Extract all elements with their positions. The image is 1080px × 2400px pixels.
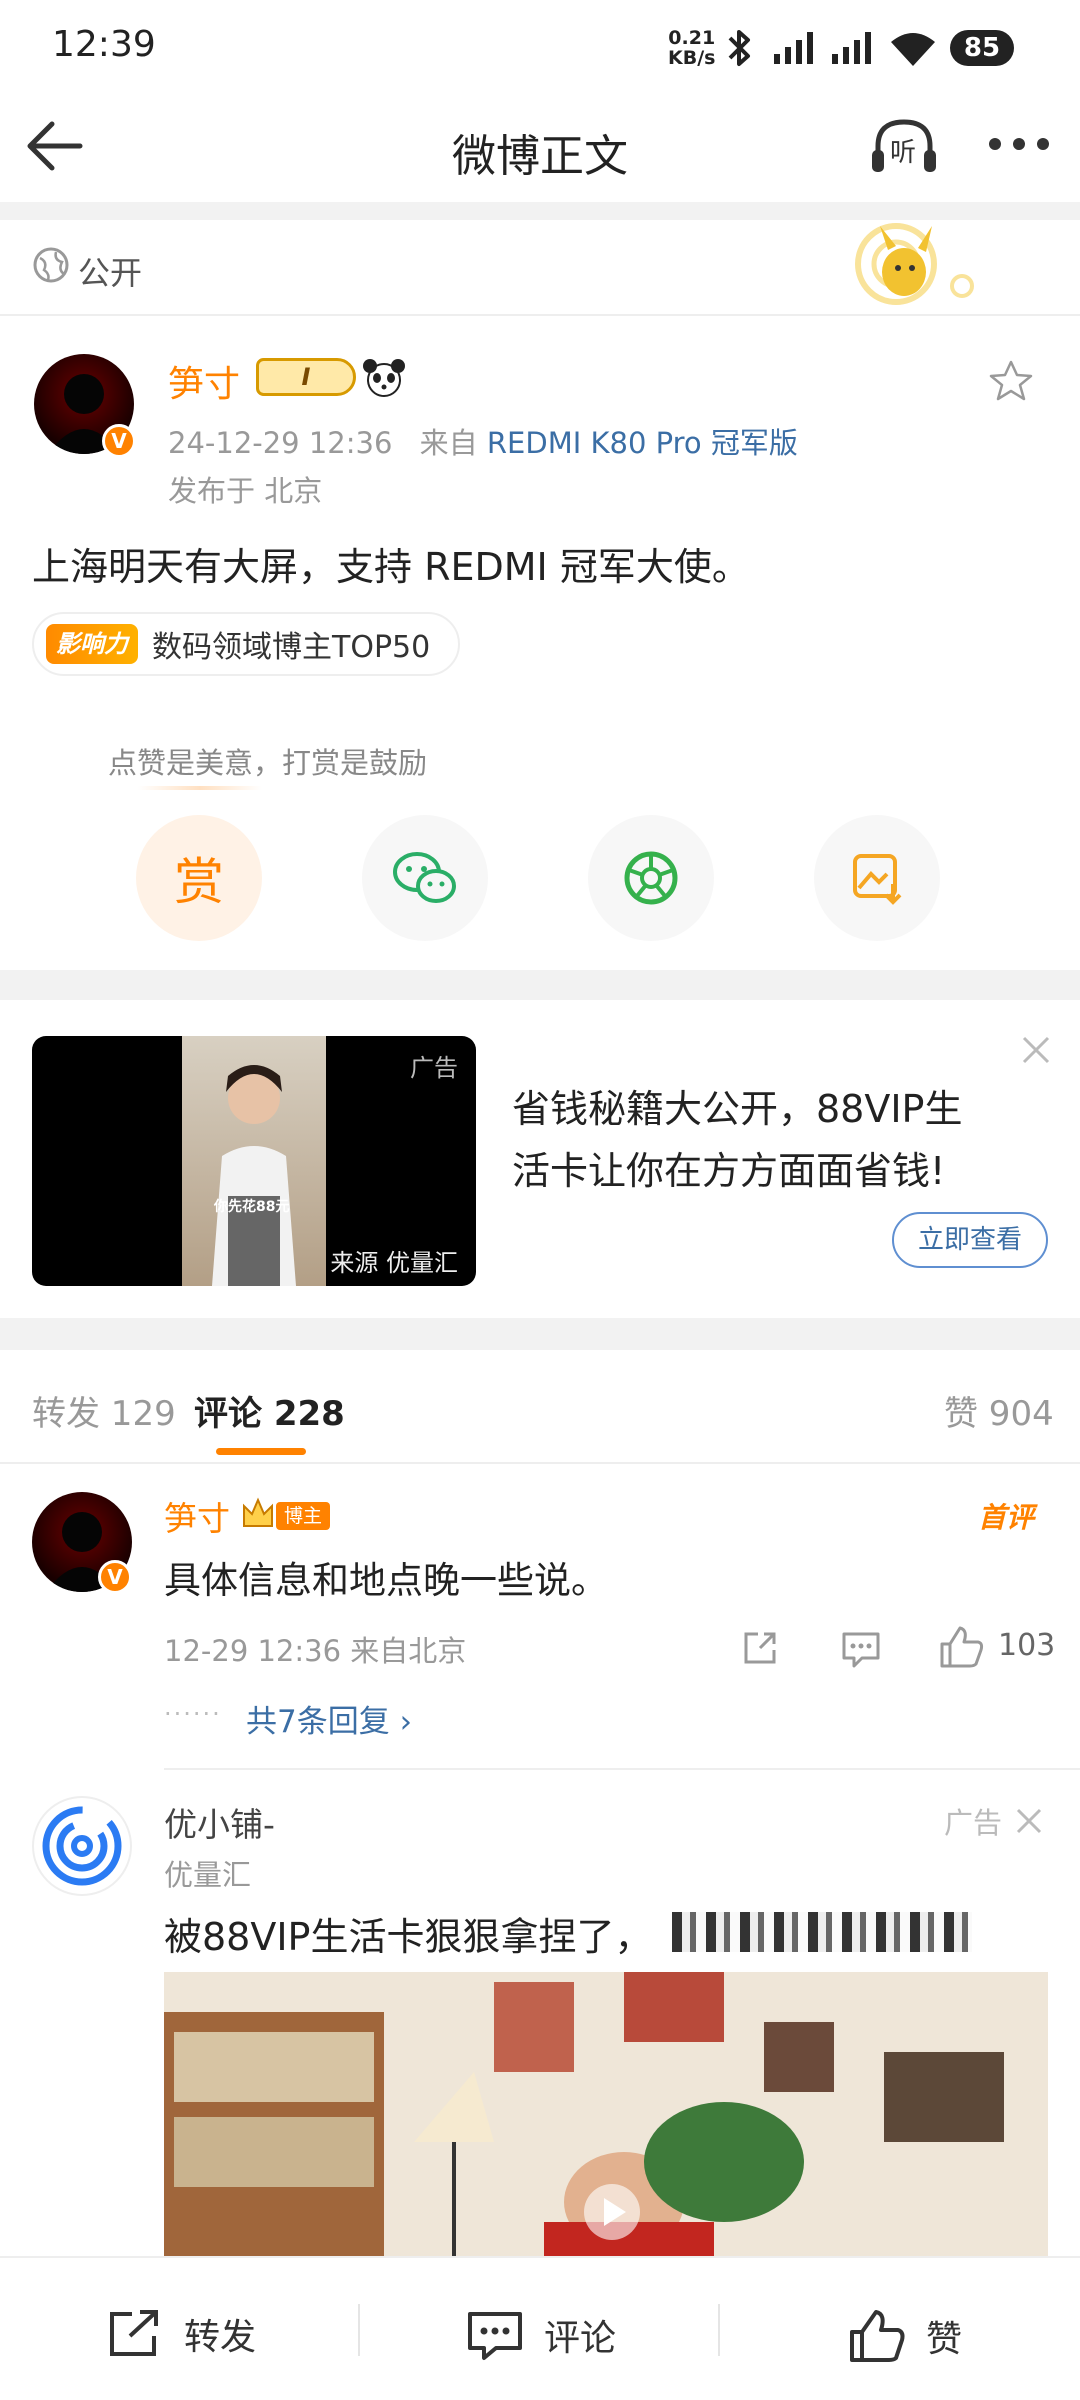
crown-icon [243,1497,273,1527]
ad-thumbnail-image: 你先花88元 [182,1036,326,1286]
obscured-text-mosaic [672,1912,972,1952]
close-icon[interactable] [1020,1034,1052,1066]
post-location: 发布于 北京 [168,474,323,508]
verified-badge-icon: V [98,1560,132,1594]
ad-comment-source: 优量汇 [164,1858,252,1892]
ad-person-figure [212,1065,296,1286]
first-comment-badge: 首评 [978,1501,1035,1534]
net-speed: 0.21 KB/s [668,27,716,69]
tab-comments[interactable]: 评论 228 [194,1386,345,1435]
tab-likes[interactable]: 赞 904 [944,1386,1054,1435]
tab-indicator [216,1448,306,1455]
ad-title[interactable]: 省钱秘籍大公开，88VIP生活卡让你在方方面面省钱! [512,1078,992,1202]
post-source-link[interactable]: REDMI K80 Pro 冠军版 [487,426,798,460]
comment-author[interactable]: 笋寸 [164,1492,230,1540]
reward-tip: 点赞是美意，打赏是鼓励 [108,746,428,780]
signal-icon-2 [832,32,871,64]
repost-button[interactable]: 转发 [106,2308,256,2360]
divider [0,314,1080,316]
tab-repost[interactable]: 转发 129 [32,1386,176,1435]
post-time: 24-12-29 12:36 [168,426,393,460]
ad-comment-tag: 广告 [944,1806,1003,1840]
thumb-up-icon [850,2310,905,2362]
post-text: 上海明天有大屏，支持 REDMI 冠军大使。 [32,545,750,589]
reward-button[interactable]: 赏 [136,815,262,941]
comment-text: 具体信息和地点晚一些说。 [164,1559,608,1602]
divider [0,970,1080,1000]
favorite-star-icon[interactable] [988,358,1034,404]
reply-dots: ······ [164,1700,222,1728]
like-button[interactable]: 赞 [848,2308,962,2364]
ad-comment-text: 被88VIP生活卡狠狠拿捏了， [164,1915,653,1959]
separator [358,2304,360,2356]
post-from-label: 来自 [419,426,478,460]
moments-icon [624,851,678,905]
ad-video-scene [164,1972,1048,2256]
ad-thumbnail[interactable]: 你先花88元 广告 来源 优量汇 [32,1036,476,1286]
globe-icon [33,247,69,283]
influence-badge[interactable]: 影响力 数码领域博主TOP50 [32,612,461,676]
verified-badge-icon: V [102,424,136,458]
ad-tag: 广告 [410,1054,458,1082]
blogger-tag: 博主 [276,1502,331,1530]
ad-comment-name[interactable]: 优小铺- [164,1798,275,1846]
youlianghui-logo-icon [42,1806,122,1886]
comment-share-icon[interactable] [740,1628,780,1668]
influence-badge-text: 数码领域博主TOP50 [152,630,431,665]
comment-like-count: 103 [998,1628,1056,1663]
divider [0,1318,1080,1350]
ad-comment-avatar[interactable] [32,1796,132,1896]
share-moments-button[interactable] [588,815,714,941]
share-wechat-button[interactable] [362,815,488,941]
ad-source: 来源 优量汇 [330,1249,458,1277]
status-time: 12:39 [52,24,156,65]
comment-meta: 12-29 12:36 来自北京 [164,1634,467,1668]
view-replies-link[interactable]: 共7条回复 › [246,1696,412,1741]
member-level-badge[interactable]: I [256,358,356,396]
close-icon[interactable] [1014,1806,1044,1836]
comment-icon [468,2312,522,2360]
visibility-label: 公开 [78,254,143,292]
post-meta: 24-12-29 12:36 来自 REDMI K80 Pro 冠军版 [168,420,798,462]
tip-pointer [138,786,262,790]
comment-reply-icon[interactable] [840,1628,882,1668]
mascot-sticker-icon [855,223,974,305]
divider [164,1768,1080,1770]
influence-badge-label: 影响力 [46,624,138,664]
more-icon[interactable] [986,132,1052,156]
ad-cta-button[interactable]: 立即查看 [892,1212,1048,1268]
repost-icon [110,2310,158,2356]
wifi-icon [891,33,935,66]
wechat-icon [393,852,456,903]
signal-icon [774,32,813,64]
bluetooth-icon [728,30,750,66]
thumb-up-icon[interactable] [938,1624,984,1668]
image-download-icon [853,854,902,905]
panda-icon [363,359,405,397]
ad-thumbnail-caption: 你先花88元 [214,1199,290,1215]
ad-comment-video[interactable] [164,1972,1048,2256]
divider [0,1462,1080,1464]
separator [718,2304,720,2356]
battery-indicator: 85 [950,30,1014,66]
author-name[interactable]: 笋寸 [168,355,240,407]
save-image-button[interactable] [814,815,940,941]
comment-button[interactable]: 评论 [466,2308,616,2362]
bottom-action-bar: 转发 评论 赞 [0,2256,1080,2400]
listen-button[interactable]: 听 [868,114,940,178]
